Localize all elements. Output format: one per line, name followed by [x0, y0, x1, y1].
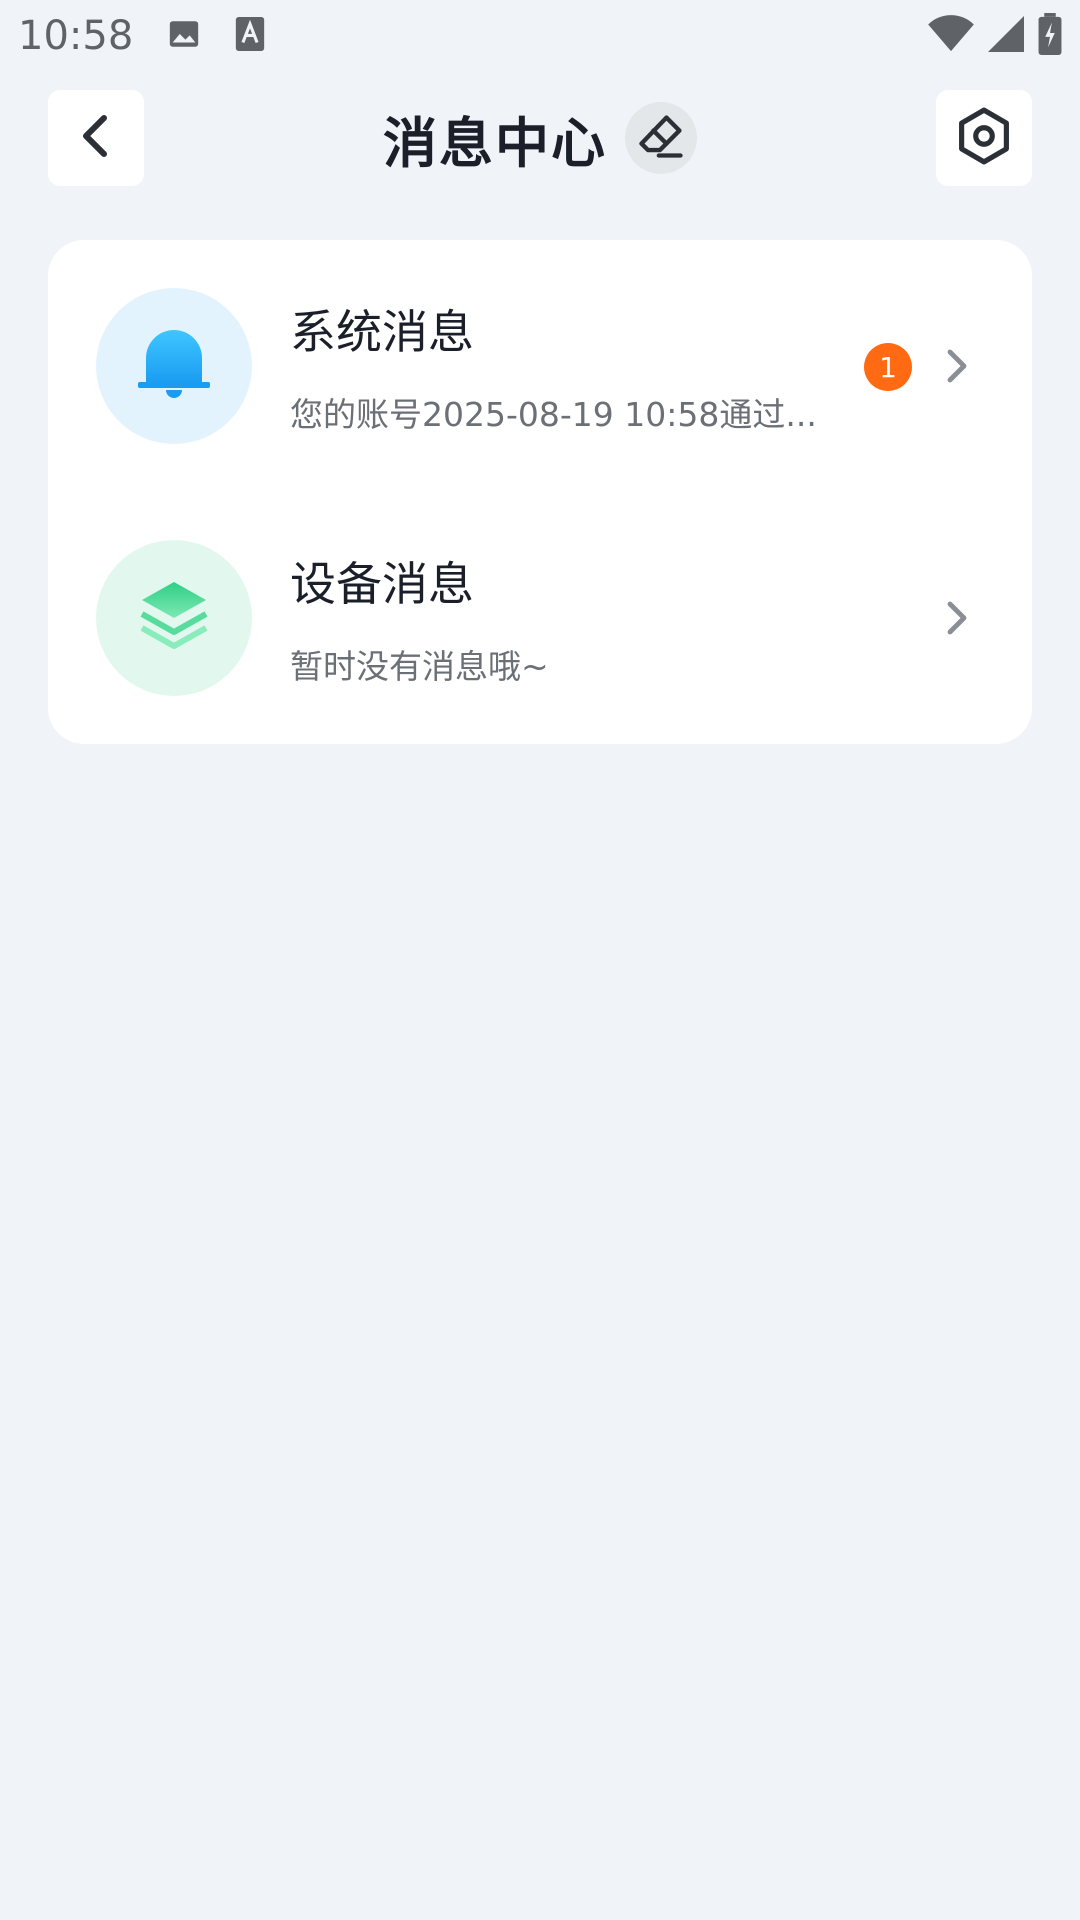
page-title: 消息中心 — [383, 111, 607, 175]
hexagon-settings-icon — [953, 105, 1015, 171]
battery-charging-icon — [1038, 13, 1062, 59]
text-a-icon — [235, 17, 265, 55]
device-message-title: 设备消息 — [290, 557, 474, 611]
image-icon — [167, 17, 201, 55]
back-button[interactable] — [48, 90, 144, 186]
system-message-row[interactable]: 系统消息 您的账号2025-08-19 10:58通过... 1 — [48, 240, 1032, 492]
layers-icon — [138, 578, 210, 658]
device-message-row[interactable]: 设备消息 暂时没有消息哦~ — [48, 492, 1032, 744]
status-system-icons — [928, 13, 1062, 59]
eraser-icon — [635, 110, 687, 166]
title-group: 消息中心 — [0, 90, 1080, 186]
status-notification-icons — [167, 17, 265, 55]
chevron-right-icon — [938, 598, 978, 638]
status-bar: 10:58 — [0, 0, 1080, 72]
clear-messages-button[interactable] — [625, 102, 697, 174]
header: 消息中心 — [0, 90, 1080, 186]
bell-icon — [136, 324, 212, 408]
message-list-card: 系统消息 您的账号2025-08-19 10:58通过... 1 设备消息 暂时… — [48, 240, 1032, 744]
chevron-left-icon — [76, 112, 116, 164]
unread-count-badge: 1 — [864, 343, 912, 391]
settings-button[interactable] — [936, 90, 1032, 186]
signal-icon — [988, 15, 1024, 57]
wifi-icon — [928, 15, 974, 57]
system-message-preview: 您的账号2025-08-19 10:58通过... — [290, 395, 817, 434]
device-message-preview: 暂时没有消息哦~ — [290, 647, 549, 686]
chevron-right-icon — [938, 346, 978, 386]
device-message-avatar — [96, 540, 252, 696]
system-message-title: 系统消息 — [290, 305, 474, 359]
status-time: 10:58 — [18, 13, 134, 59]
system-message-avatar — [96, 288, 252, 444]
message-center-screen: 10:58 消息中心 系统消息 您的账号2025-08-19 10:58通过..… — [0, 0, 1080, 1920]
